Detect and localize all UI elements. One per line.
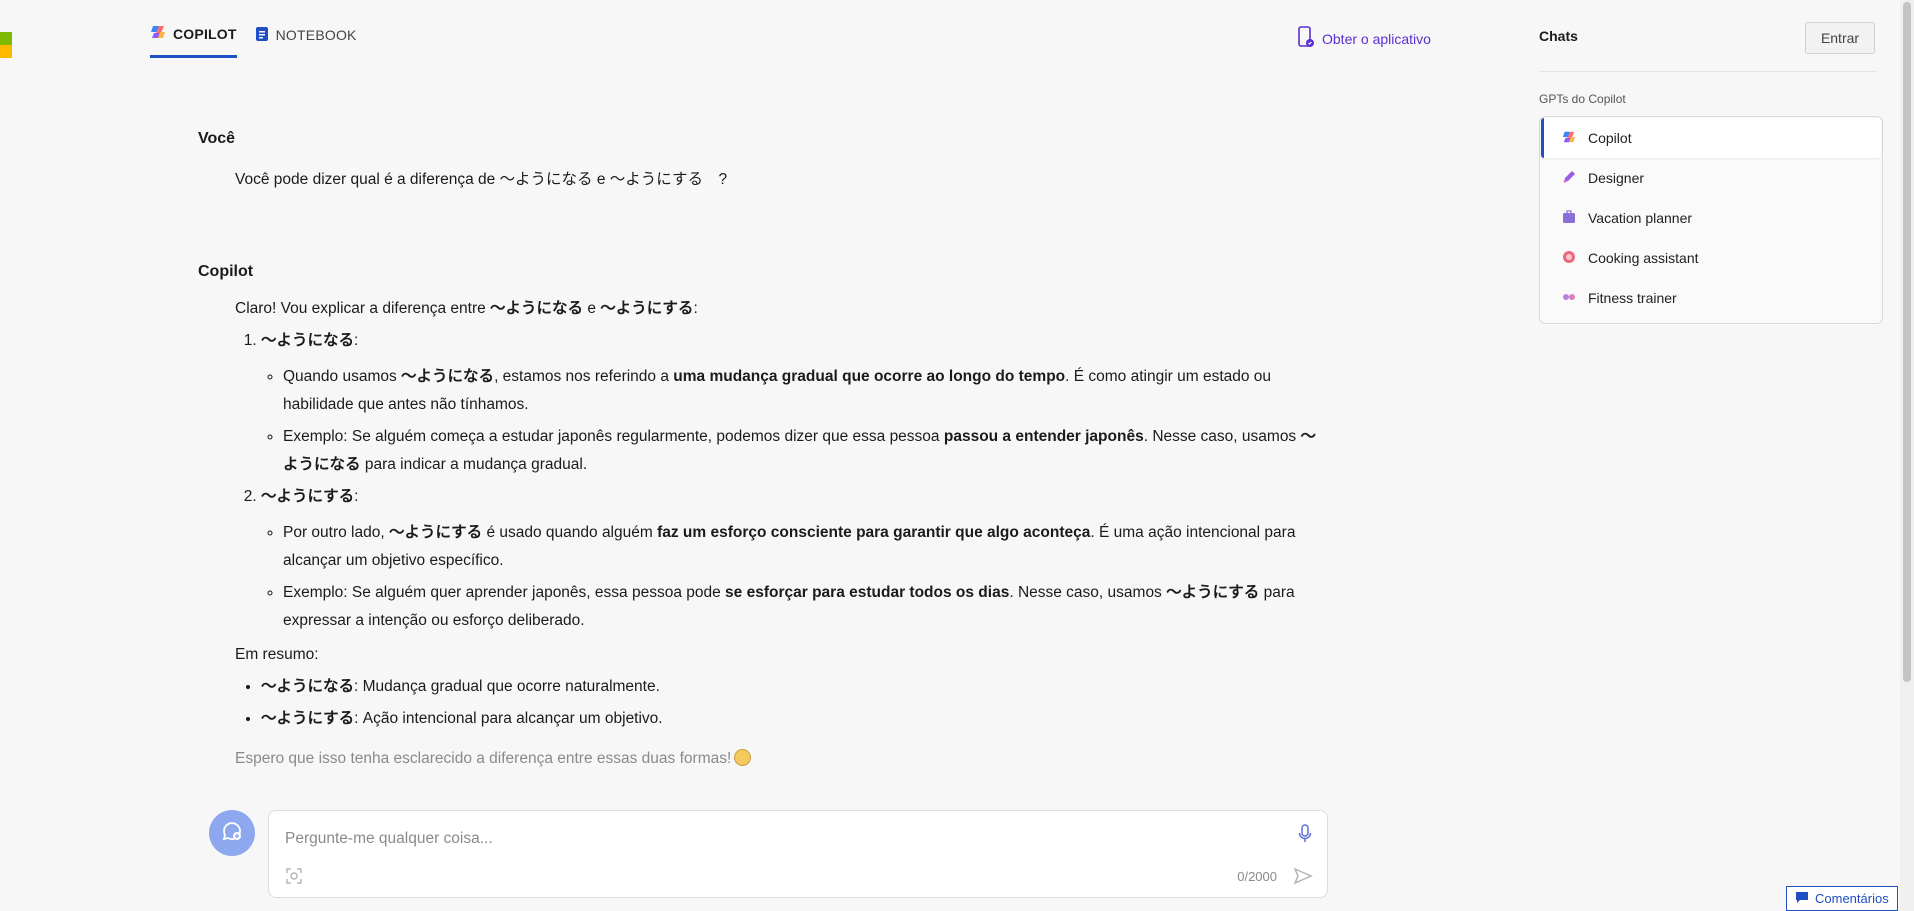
gpt-item-label: Copilot xyxy=(1588,130,1632,146)
list-item: Exemplo: Se alguém começa a estudar japo… xyxy=(283,423,1328,479)
dumbbell-icon xyxy=(1562,290,1576,307)
user-speaker: Você xyxy=(198,126,1328,152)
get-app-label: Obter o aplicativo xyxy=(1322,30,1431,47)
suitcase-icon xyxy=(1562,209,1576,227)
new-chat-icon xyxy=(220,819,244,848)
feedback-button[interactable]: Comentários xyxy=(1786,886,1898,911)
get-app-link[interactable]: Obter o aplicativo xyxy=(1298,26,1431,51)
list-item: Por outro lado, ～ようにする é usado quando al… xyxy=(283,519,1328,575)
list-item: ～ようになる: Quando usamos ～ようになる, estamos no… xyxy=(261,327,1328,479)
scrollbar-thumb[interactable] xyxy=(1903,2,1911,682)
gpt-item-label: Designer xyxy=(1588,170,1645,186)
summary-list: ～ようになる: Mudança gradual que ocorre natur… xyxy=(235,673,1328,733)
user-message: Você Você pode dizer qual é a diferença … xyxy=(198,126,1328,194)
designer-icon xyxy=(1562,170,1576,187)
send-icon[interactable] xyxy=(1293,867,1313,890)
gpts-list: Copilot Designer Vacation planner Cookin… xyxy=(1539,116,1883,324)
tab-copilot-label: COPILOT xyxy=(173,25,237,42)
list-item: ～ようにする: Ação intencional para alcançar u… xyxy=(261,705,1328,733)
answer-intro: Claro! Vou explicar a diferença entre ～よ… xyxy=(235,300,698,317)
answer-list: ～ようになる: Quando usamos ～ようになる, estamos no… xyxy=(235,327,1328,635)
gpt-item-label: Vacation planner xyxy=(1588,210,1693,226)
list-item: ～ようになる: Mudança gradual que ocorre natur… xyxy=(261,673,1328,701)
list-item: ～ようにする: Por outro lado, ～ようにする é usado q… xyxy=(261,483,1328,635)
new-topic-button[interactable] xyxy=(209,810,255,856)
char-counter: 0/2000 xyxy=(1237,869,1277,884)
copilot-icon xyxy=(1562,130,1576,147)
chats-title: Chats xyxy=(1539,28,1578,44)
chat-input[interactable] xyxy=(283,825,1243,853)
gpt-item-label: Fitness trainer xyxy=(1588,290,1677,306)
conversation-area: Você Você pode dizer qual é a diferença … xyxy=(198,126,1328,794)
windows-logo-fragment xyxy=(0,32,12,58)
tab-notebook-label: NOTEBOOK xyxy=(275,27,357,43)
divider xyxy=(1539,71,1877,72)
gpt-item-fitness-trainer[interactable]: Fitness trainer xyxy=(1541,278,1881,318)
gpt-item-cooking-assistant[interactable]: Cooking assistant xyxy=(1541,238,1881,278)
gpts-label: GPTs do Copilot xyxy=(1539,92,1626,106)
notebook-icon xyxy=(255,26,269,45)
microphone-icon[interactable] xyxy=(1297,823,1313,850)
answer-closing: Espero que isso tenha esclarecido a dife… xyxy=(235,745,1328,773)
cooking-icon xyxy=(1562,250,1576,267)
assistant-message: Copilot Claro! Vou explicar a diferença … xyxy=(198,256,1328,773)
list-item: Quando usamos ～ようになる, estamos nos referi… xyxy=(283,363,1328,419)
tab-copilot[interactable]: COPILOT xyxy=(150,24,237,58)
user-message-text: Você pode dizer qual é a diferença de ～よ… xyxy=(235,171,728,188)
gpt-item-designer[interactable]: Designer xyxy=(1541,158,1881,198)
smile-emoji-icon xyxy=(734,749,752,766)
gpt-item-label: Cooking assistant xyxy=(1588,250,1699,266)
phone-icon xyxy=(1298,26,1314,51)
image-search-icon[interactable] xyxy=(285,867,303,890)
assistant-name: Copilot xyxy=(198,262,254,280)
gpt-item-vacation-planner[interactable]: Vacation planner xyxy=(1541,198,1881,238)
assistant-answer: Claro! Vou explicar a diferença entre ～よ… xyxy=(235,295,1328,773)
summary-label: Em resumo: xyxy=(235,646,319,663)
gpt-item-copilot[interactable]: Copilot xyxy=(1541,118,1881,158)
list-item: Exemplo: Se alguém quer aprender japonês… xyxy=(283,579,1328,635)
copilot-icon xyxy=(150,24,166,43)
tab-notebook[interactable]: NOTEBOOK xyxy=(255,24,357,58)
comment-icon xyxy=(1795,891,1809,907)
feedback-label: Comentários xyxy=(1815,891,1889,906)
user-name: Você xyxy=(198,130,236,147)
top-tabs: COPILOT NOTEBOOK xyxy=(150,24,357,58)
login-button[interactable]: Entrar xyxy=(1805,22,1875,54)
page-scrollbar[interactable] xyxy=(1900,0,1914,911)
assistant-speaker: Copilot xyxy=(198,256,1328,287)
chat-composer: 0/2000 xyxy=(268,810,1328,898)
